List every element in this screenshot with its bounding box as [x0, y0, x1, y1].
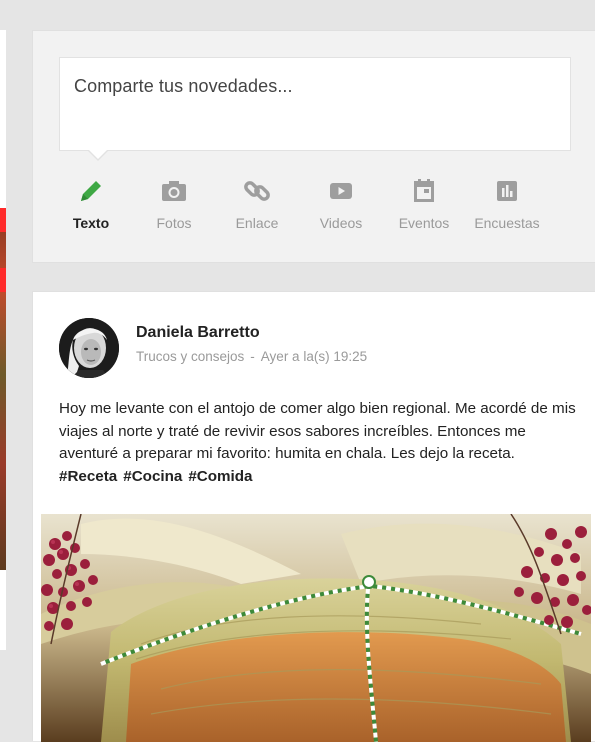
- composer-tabs: Texto Fotos Enlace Videos Eventos Encues…: [69, 171, 589, 241]
- post-body: Hoy me levante con el antojo de comer al…: [59, 398, 579, 488]
- hashtag-link[interactable]: #Cocina: [123, 468, 182, 485]
- tab-label: Encuestas: [474, 215, 540, 231]
- meta-separator: -: [250, 349, 255, 364]
- tab-videos[interactable]: Videos: [301, 171, 381, 231]
- post-author[interactable]: Daniela Barretto: [136, 324, 260, 342]
- tab-texto[interactable]: Texto: [51, 171, 131, 231]
- avatar-image: [59, 318, 119, 378]
- camera-icon: [162, 181, 186, 201]
- hashtag-link[interactable]: #Receta: [59, 468, 117, 485]
- left-card-edge: [0, 30, 6, 650]
- tab-eventos[interactable]: Eventos: [384, 171, 464, 231]
- post-category[interactable]: Trucos y consejos: [136, 349, 244, 364]
- feed-post: Daniela Barretto Trucos y consejos - Ayer …: [32, 291, 595, 742]
- tab-label: Videos: [319, 215, 363, 231]
- share-input[interactable]: Comparte tus novedades...: [59, 57, 571, 151]
- humita-photo: [41, 514, 591, 742]
- left-card-red-mark: [0, 208, 6, 232]
- left-card-red-mark: [0, 268, 6, 292]
- post-meta: Trucos y consejos - Ayer a la(s) 19:25: [136, 349, 367, 364]
- tab-fotos[interactable]: Fotos: [134, 171, 214, 231]
- tab-encuestas[interactable]: Encuestas: [467, 171, 547, 231]
- share-composer: Comparte tus novedades... Texto Fotos En…: [32, 30, 595, 263]
- tab-label: Texto: [72, 215, 110, 231]
- tab-label: Fotos: [156, 215, 192, 231]
- video-play-icon: [330, 183, 352, 199]
- tab-enlace[interactable]: Enlace: [217, 171, 297, 231]
- input-pointer: [87, 149, 109, 161]
- tab-label: Enlace: [235, 215, 279, 231]
- poll-chart-icon: [497, 181, 517, 201]
- tab-label: Eventos: [398, 215, 450, 231]
- avatar[interactable]: [59, 318, 119, 378]
- post-image[interactable]: [41, 514, 591, 742]
- post-timestamp[interactable]: Ayer a la(s) 19:25: [261, 349, 367, 364]
- pencil-icon: [81, 181, 101, 201]
- hashtag-link[interactable]: #Comida: [188, 468, 252, 485]
- post-body-text: Hoy me levante con el antojo de comer al…: [59, 400, 576, 462]
- calendar-icon: [414, 179, 434, 202]
- link-icon: [244, 181, 270, 201]
